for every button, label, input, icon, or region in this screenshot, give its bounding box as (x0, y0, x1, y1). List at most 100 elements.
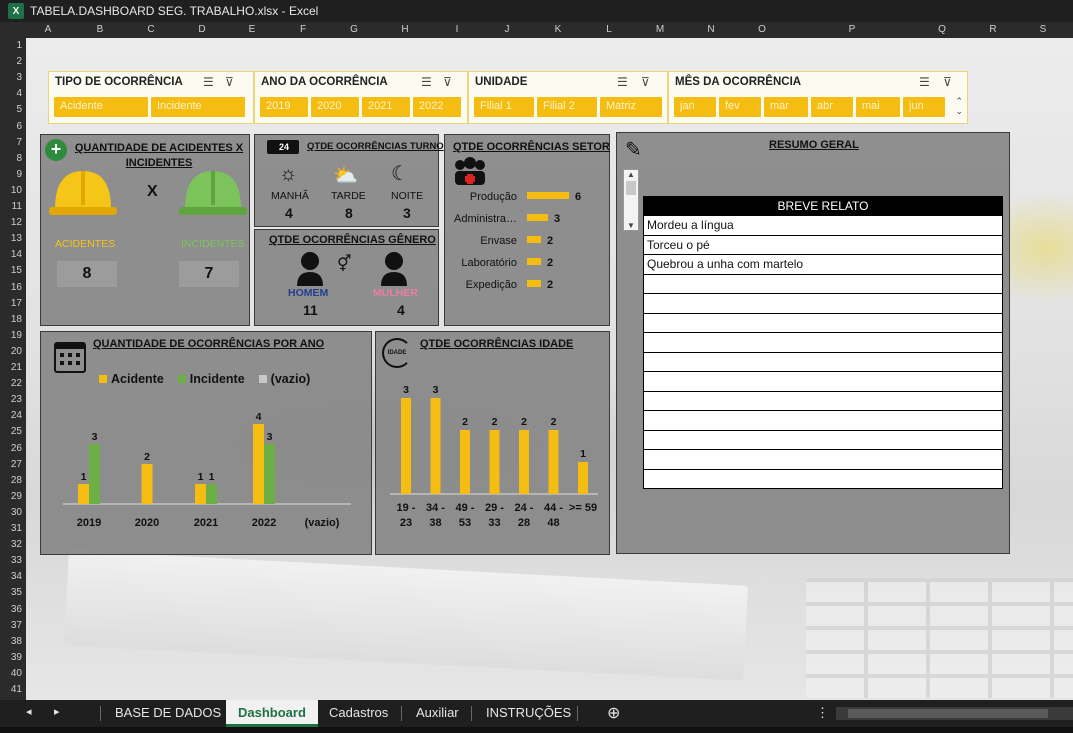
row-header[interactable]: 40 (0, 668, 22, 679)
row-header[interactable]: 39 (0, 652, 22, 663)
slicer-item[interactable]: 2021 (362, 97, 410, 117)
row-header[interactable]: 6 (0, 121, 22, 132)
column-header[interactable]: Q (938, 24, 946, 35)
slicer-item[interactable]: Acidente (54, 97, 148, 117)
row-header[interactable]: 10 (0, 185, 22, 196)
row-header[interactable]: 22 (0, 378, 22, 389)
slicer-item[interactable]: mar (764, 97, 808, 117)
slicer-mes-ocorrencia[interactable]: MÊS DA OCORRÊNCIA ☰ ⊽ jan fev mar abr mai jun… (668, 71, 968, 124)
clear-filter-icon[interactable]: ⊽ (641, 75, 650, 89)
column-header[interactable]: S (1040, 24, 1047, 35)
slicer-item[interactable]: jun (903, 97, 945, 117)
column-headers[interactable]: A B C D E F G H I J K L M N O P Q R S (0, 22, 1073, 38)
row-header[interactable]: 31 (0, 523, 22, 534)
row-header[interactable]: 41 (0, 684, 22, 695)
row-header[interactable]: 28 (0, 475, 22, 486)
slicer-item[interactable]: Matriz (600, 97, 662, 117)
slicer-item[interactable]: mai (856, 97, 900, 117)
slicer-tipo-ocorrencia[interactable]: TIPO DE OCORRÊNCIA ☰ ⊽ Acidente Incidente (48, 71, 254, 124)
row-header[interactable]: 12 (0, 217, 22, 228)
column-header[interactable]: G (350, 24, 358, 35)
row-header[interactable]: 15 (0, 265, 22, 276)
column-header[interactable]: E (249, 24, 256, 35)
row-header[interactable]: 7 (0, 137, 22, 148)
slicer-item[interactable]: Filial 1 (474, 97, 534, 117)
row-header[interactable]: 30 (0, 507, 22, 518)
add-sheet-icon[interactable]: ⊕ (607, 703, 620, 723)
row-header[interactable]: 33 (0, 555, 22, 566)
clear-filter-icon[interactable]: ⊽ (225, 75, 234, 89)
next-sheet-icon[interactable]: ▸ (54, 705, 60, 718)
row-header[interactable]: 4 (0, 88, 22, 99)
row-header[interactable]: 27 (0, 459, 22, 470)
tab-dashboard[interactable]: Dashboard (226, 700, 318, 727)
column-header[interactable]: C (147, 24, 154, 35)
multi-select-icon[interactable]: ☰ (617, 75, 628, 89)
tab-instrucoes[interactable]: INSTRUÇÕES (486, 705, 571, 720)
row-header[interactable]: 11 (0, 201, 22, 212)
column-header[interactable]: P (849, 24, 856, 35)
column-header[interactable]: M (656, 24, 664, 35)
slicer-item[interactable]: abr (811, 97, 853, 117)
column-header[interactable]: I (456, 24, 459, 35)
row-header[interactable]: 24 (0, 410, 22, 421)
row-header[interactable]: 9 (0, 169, 22, 180)
slicer-item[interactable]: jan (674, 97, 716, 117)
row-header[interactable]: 18 (0, 314, 22, 325)
prev-sheet-icon[interactable]: ◂ (26, 705, 32, 718)
multi-select-icon[interactable]: ☰ (919, 75, 930, 89)
row-header[interactable]: 21 (0, 362, 22, 373)
column-header[interactable]: K (555, 24, 562, 35)
tab-auxiliar[interactable]: Auxiliar (416, 705, 459, 720)
row-header[interactable]: 13 (0, 233, 22, 244)
row-header[interactable]: 2 (0, 56, 22, 67)
row-header[interactable]: 25 (0, 426, 22, 437)
slicer-item[interactable]: Filial 2 (537, 97, 597, 117)
row-header[interactable]: 32 (0, 539, 22, 550)
row-header[interactable]: 17 (0, 298, 22, 309)
scroll-up-icon[interactable]: ▲ (624, 170, 638, 179)
multi-select-icon[interactable]: ☰ (203, 75, 214, 89)
column-header[interactable]: H (401, 24, 408, 35)
row-header[interactable]: 36 (0, 604, 22, 615)
column-header[interactable]: B (97, 24, 104, 35)
column-header[interactable]: J (505, 24, 510, 35)
scroll-down-icon[interactable]: ▼ (624, 221, 638, 230)
row-header[interactable]: 23 (0, 394, 22, 405)
row-header[interactable]: 37 (0, 620, 22, 631)
slicer-scroll-arrows[interactable]: ⌃ ⌄ (955, 96, 963, 116)
sheet-area[interactable]: TIPO DE OCORRÊNCIA ☰ ⊽ Acidente Incidente… (26, 38, 1073, 700)
row-header[interactable]: 14 (0, 249, 22, 260)
row-header[interactable]: 29 (0, 491, 22, 502)
tab-base-de-dados[interactable]: BASE DE DADOS (115, 705, 221, 720)
scrollbar[interactable]: ▲ ▼ (623, 169, 639, 231)
clear-filter-icon[interactable]: ⊽ (943, 75, 952, 89)
column-header[interactable]: F (300, 24, 306, 35)
row-headers[interactable]: 1 2 3 4 5 6 7 8 9 10 11 12 13 14 15 16 17 18 19 20 21 22 23 24 2… (0, 38, 26, 700)
row-header[interactable]: 34 (0, 571, 22, 582)
slicer-unidade[interactable]: UNIDADE ☰ ⊽ Filial 1 Filial 2 Matriz (468, 71, 668, 124)
slicer-item[interactable]: Incidente (151, 97, 245, 117)
row-header[interactable]: 1 (0, 40, 22, 51)
row-header[interactable]: 20 (0, 346, 22, 357)
scroll-thumb[interactable] (848, 709, 1048, 718)
row-header[interactable]: 38 (0, 636, 22, 647)
slicer-ano-ocorrencia[interactable]: ANO DA OCORRÊNCIA ☰ ⊽ 2019 2020 2021 2022 (254, 71, 468, 124)
row-header[interactable]: 8 (0, 153, 22, 164)
row-header[interactable]: 26 (0, 443, 22, 454)
column-header[interactable]: R (989, 24, 996, 35)
clear-filter-icon[interactable]: ⊽ (443, 75, 452, 89)
column-header[interactable]: L (606, 24, 612, 35)
column-header[interactable]: N (707, 24, 714, 35)
row-header[interactable]: 16 (0, 282, 22, 293)
horizontal-scrollbar[interactable] (836, 707, 1073, 720)
slicer-item[interactable]: 2019 (260, 97, 308, 117)
column-header[interactable]: A (45, 24, 52, 35)
column-header[interactable]: D (198, 24, 205, 35)
slicer-item[interactable]: 2020 (311, 97, 359, 117)
row-header[interactable]: 35 (0, 587, 22, 598)
slicer-item[interactable]: fev (719, 97, 761, 117)
slicer-item[interactable]: 2022 (413, 97, 461, 117)
row-header[interactable]: 19 (0, 330, 22, 341)
row-header[interactable]: 5 (0, 104, 22, 115)
